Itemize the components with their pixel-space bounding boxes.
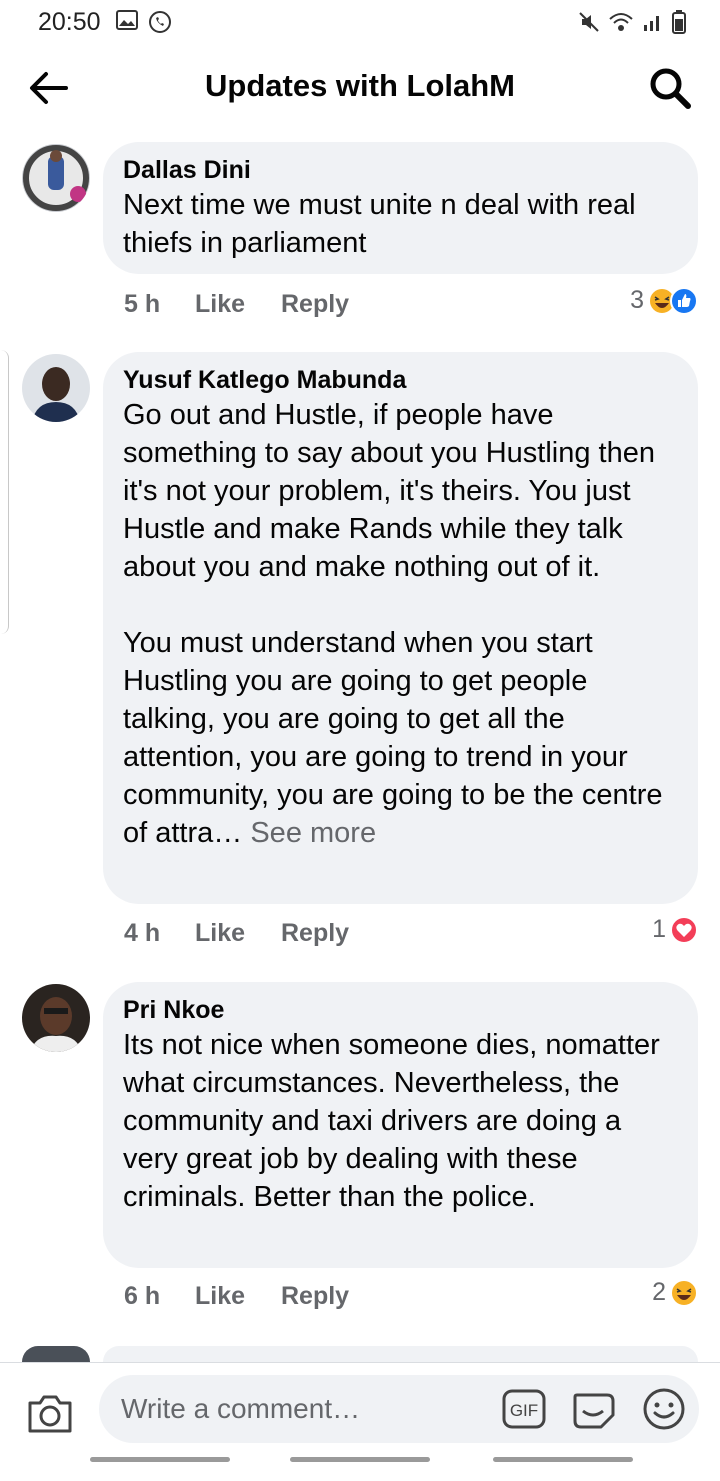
battery-icon (672, 10, 686, 34)
reaction-summary[interactable]: 1 (652, 915, 698, 944)
reaction-summary[interactable]: 2 (652, 1278, 698, 1307)
see-more-link[interactable]: See more (250, 817, 376, 849)
comment-author[interactable]: Dallas Dini (123, 154, 678, 186)
comment-time: 4 h (124, 919, 161, 947)
mute-icon (579, 12, 599, 32)
avatar-image (22, 1346, 90, 1362)
gallery-icon (116, 10, 138, 30)
comment-actions: 4 h Like Reply 1 (124, 913, 698, 953)
reply-button[interactable]: Reply (281, 1282, 349, 1311)
comment-bubble[interactable] (103, 1346, 698, 1362)
camera-icon[interactable] (26, 1389, 74, 1437)
signal-icon (644, 16, 659, 31)
nav-pill-left[interactable] (90, 1457, 230, 1462)
search-icon[interactable] (648, 66, 692, 110)
comment-author[interactable]: Pri Nkoe (123, 994, 678, 1026)
comment-actions: 6 h Like Reply 2 (124, 1276, 698, 1316)
comment-text: Its not nice when someone dies, nomatter… (123, 1029, 660, 1213)
nav-pill-center[interactable] (290, 1457, 430, 1462)
comment-bubble[interactable]: Pri Nkoe Its not nice when someone dies,… (103, 982, 698, 1268)
like-button[interactable]: Like (195, 919, 245, 948)
reaction-summary[interactable]: 3 (630, 286, 698, 315)
like-button[interactable]: Like (195, 1282, 245, 1311)
avatar[interactable] (22, 1346, 90, 1362)
nav-pill-right[interactable] (493, 1457, 633, 1462)
whatsapp-icon (149, 11, 171, 33)
avatar-image (22, 984, 90, 1052)
reaction-count: 2 (652, 1278, 666, 1306)
love-reaction-icon (670, 915, 698, 944)
haha-reaction-icon (670, 1278, 698, 1307)
avatar[interactable] (22, 354, 90, 422)
comment-time: 5 h (124, 290, 161, 318)
avatar-image (22, 354, 90, 422)
reply-button[interactable]: Reply (281, 290, 349, 319)
reaction-count: 3 (630, 286, 644, 314)
wifi-icon (609, 13, 633, 31)
comment-time: 6 h (124, 1282, 161, 1310)
avatar[interactable] (22, 144, 90, 212)
comment-text: Next time we must unite n deal with real… (123, 189, 636, 259)
comment-bubble[interactable]: Dallas Dini Next time we must unite n de… (103, 142, 698, 274)
comment-composer: GIF (0, 1362, 720, 1481)
avatar[interactable] (22, 984, 90, 1052)
scroll-indicator (0, 350, 9, 634)
comment-text-body: Go out and Hustle, if people have someth… (123, 399, 663, 849)
status-time: 20:50 (38, 8, 101, 36)
comment-bubble[interactable]: Yusuf Katlego Mabunda Go out and Hustle,… (103, 352, 698, 904)
comment-text: Go out and Hustle, if people have someth… (123, 396, 678, 852)
page-title: Updates with LolahM (205, 68, 515, 103)
gif-label: GIF (510, 1401, 538, 1420)
comment-actions: 5 h Like Reply 3 (124, 284, 698, 324)
status-bar: 20:50 (0, 0, 720, 46)
reaction-count: 1 (652, 915, 666, 943)
gif-icon[interactable]: GIF (502, 1389, 546, 1429)
avatar-image (22, 144, 90, 212)
sticker-icon[interactable] (571, 1387, 617, 1431)
emoji-icon[interactable] (642, 1387, 686, 1431)
system-nav-bar (0, 1457, 720, 1467)
header: Updates with LolahM (0, 46, 720, 134)
comment-author[interactable]: Yusuf Katlego Mabunda (123, 364, 678, 396)
like-reaction-icon (670, 286, 698, 315)
reply-button[interactable]: Reply (281, 919, 349, 948)
like-button[interactable]: Like (195, 290, 245, 319)
